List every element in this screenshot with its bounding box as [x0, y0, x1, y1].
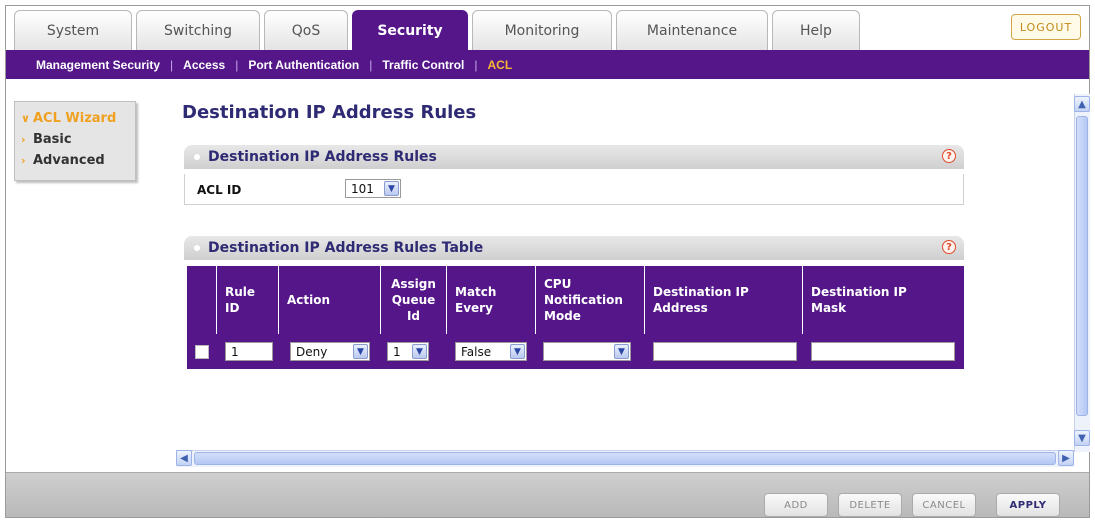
bullet-icon: [194, 154, 200, 160]
dropdown-arrow-icon: ▼: [353, 344, 368, 359]
sidebar-item-advanced[interactable]: › Advanced: [21, 150, 135, 171]
subnav-separator: |: [369, 57, 373, 72]
dropdown-arrow-icon: ▼: [510, 344, 525, 359]
column-header-cpu-mode: CPU Notification Mode: [536, 266, 645, 334]
queue-id-value: 1: [393, 344, 401, 359]
queue-id-select[interactable]: 1 ▼: [387, 342, 429, 361]
match-every-value: False: [461, 344, 492, 359]
action-select[interactable]: Deny ▼: [290, 342, 370, 361]
add-button[interactable]: ADD: [764, 493, 828, 517]
tab-help[interactable]: Help: [772, 10, 860, 50]
horizontal-scroll-thumb[interactable]: [194, 452, 1056, 465]
column-header-dest-mask: Destination IP Mask: [811, 285, 907, 315]
dest-mask-input[interactable]: [811, 342, 955, 361]
column-header-dest-ip: Destination IP Address: [645, 266, 803, 334]
dropdown-arrow-icon: ▼: [614, 344, 629, 359]
help-icon[interactable]: ?: [942, 240, 956, 254]
chevron-down-icon: ∨: [21, 112, 30, 125]
chevron-right-icon: ›: [21, 133, 26, 146]
dest-ip-input[interactable]: [653, 342, 797, 361]
subnav-traffic-control[interactable]: Traffic Control: [382, 58, 464, 72]
sidebar-item-label: ACL Wizard: [33, 111, 117, 126]
rule-id-input[interactable]: 1: [225, 342, 273, 361]
scroll-left-icon[interactable]: ◀: [176, 450, 192, 466]
sidebar-item-label: Advanced: [33, 153, 105, 168]
column-header-action: Action: [279, 266, 381, 334]
acl-id-row: ACL ID 101 ▼: [184, 174, 964, 205]
subnav-access[interactable]: Access: [183, 58, 225, 72]
bullet-icon: [194, 245, 200, 251]
subnav-separator: |: [474, 57, 478, 72]
tab-maintenance[interactable]: Maintenance: [616, 10, 768, 50]
sidebar-item-basic[interactable]: › Basic: [21, 129, 135, 150]
subnav-management-security[interactable]: Management Security: [36, 58, 160, 72]
chevron-right-icon: ›: [21, 154, 26, 167]
dropdown-arrow-icon: ▼: [412, 344, 427, 359]
match-every-select[interactable]: False ▼: [455, 342, 527, 361]
main-nav: System Switching QoS Security Monitoring…: [6, 6, 1089, 50]
column-header-match-every: Match Every: [447, 266, 536, 334]
subnav-acl[interactable]: ACL: [488, 58, 513, 72]
tab-switching[interactable]: Switching: [136, 10, 260, 50]
dropdown-arrow-icon: ▼: [384, 181, 399, 196]
tab-monitoring[interactable]: Monitoring: [472, 10, 612, 50]
scroll-up-icon[interactable]: ▲: [1074, 96, 1090, 112]
row-select-checkbox[interactable]: [195, 344, 209, 359]
apply-button[interactable]: APPLY: [996, 493, 1060, 517]
section-title: Destination IP Address Rules Table: [208, 240, 484, 256]
sidebar: ∨ ACL Wizard › Basic › Advanced: [14, 101, 136, 181]
acl-id-value: 101: [351, 181, 374, 196]
scroll-right-icon[interactable]: ▶: [1058, 450, 1074, 466]
section-title: Destination IP Address Rules: [208, 149, 437, 165]
vertical-scroll-thumb[interactable]: [1076, 116, 1088, 416]
column-header-queue-id: Assign Queue Id: [381, 266, 447, 334]
action-value: Deny: [296, 344, 328, 359]
column-header-rule-id: Rule ID: [217, 266, 279, 334]
page-title: Destination IP Address Rules: [182, 102, 477, 123]
help-icon[interactable]: ?: [942, 149, 956, 163]
sub-nav: Management Security | Access | Port Auth…: [6, 50, 1089, 79]
section-header-rules-table: Destination IP Address Rules Table ?: [184, 236, 964, 260]
tab-security[interactable]: Security: [352, 10, 468, 50]
tab-qos[interactable]: QoS: [264, 10, 348, 50]
table-row: [195, 334, 209, 369]
rules-table: Rule ID Action Assign Queue Id Match Eve…: [187, 266, 964, 369]
acl-id-select[interactable]: 101 ▼: [345, 179, 401, 198]
subnav-separator: |: [170, 57, 174, 72]
browser-frame: System Switching QoS Security Monitoring…: [5, 5, 1090, 518]
cpu-mode-select[interactable]: ▼: [543, 342, 631, 361]
cancel-button[interactable]: CANCEL: [912, 493, 976, 517]
column-header-select: [187, 266, 217, 334]
acl-id-label: ACL ID: [197, 183, 242, 197]
section-header-rules: Destination IP Address Rules ?: [184, 145, 964, 169]
subnav-separator: |: [235, 57, 239, 72]
subnav-port-authentication[interactable]: Port Authentication: [248, 58, 359, 72]
footer-bar: ADD DELETE CANCEL APPLY: [6, 472, 1089, 517]
delete-button[interactable]: DELETE: [838, 493, 902, 517]
sidebar-item-acl-wizard[interactable]: ∨ ACL Wizard: [21, 108, 135, 129]
scroll-down-icon[interactable]: ▼: [1074, 430, 1090, 446]
logout-button[interactable]: LOGOUT: [1011, 14, 1081, 40]
sidebar-item-label: Basic: [33, 132, 72, 147]
tab-system[interactable]: System: [14, 10, 132, 50]
